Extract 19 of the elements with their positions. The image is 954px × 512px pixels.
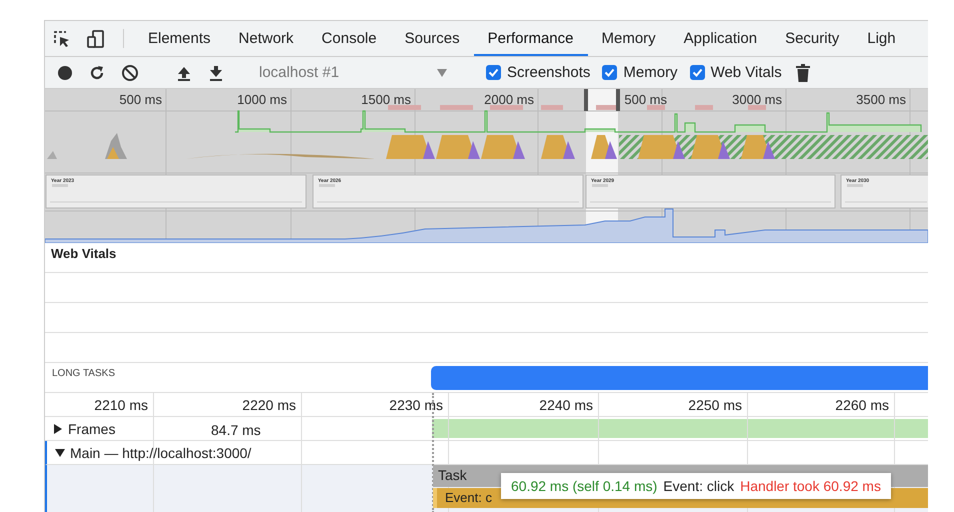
time-label: 2250 ms [688, 397, 743, 413]
time-label: 2210 ms [94, 397, 149, 413]
track-title: LONG TASKS [52, 368, 115, 379]
time-label: 2000 ms [484, 92, 534, 107]
section-title: Web Vitals [50, 245, 118, 263]
frame-duration: 84.7 ms [211, 422, 261, 438]
time-label: 1000 ms [237, 92, 287, 107]
time-label: 500 ms [119, 92, 162, 107]
tooltip-warning: Handler took 60.92 ms [740, 478, 881, 494]
tooltip-event: Event: click [663, 478, 734, 494]
time-label: 3500 ms [856, 92, 906, 107]
time-label: 2230 ms [389, 397, 444, 413]
tooltip-duration: 60.92 ms (self 0.14 ms) [511, 478, 658, 494]
time-label: 1500 ms [361, 92, 411, 107]
time-label: 3000 ms [732, 92, 782, 107]
time-label: 2260 ms [835, 397, 890, 413]
time-label: 2240 ms [539, 397, 594, 413]
time-label: 2220 ms [242, 397, 297, 413]
time-label: 500 ms [624, 92, 667, 107]
